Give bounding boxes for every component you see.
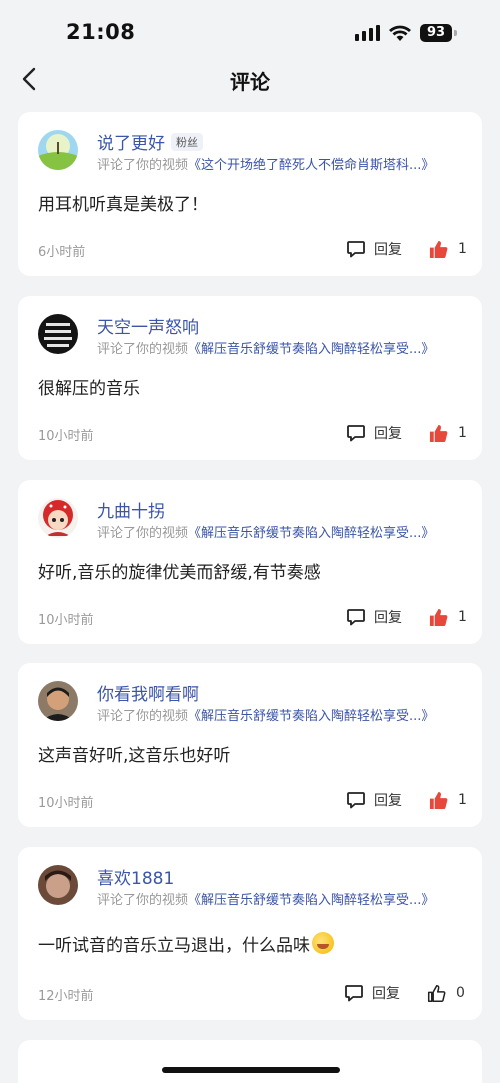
username-text[interactable]: 天空一声怒响 [97, 318, 199, 338]
like-button[interactable]: 1 [429, 238, 467, 260]
comment-subline: 评论了你的视频《解压音乐舒缓节奏陷入陶醉轻松享受...》 [97, 889, 472, 908]
reply-button[interactable]: 回复 [346, 238, 402, 260]
username-text[interactable]: 九曲十拐 [97, 502, 165, 522]
username-text[interactable]: 说了更好 [97, 134, 165, 154]
reply-label: 回复 [374, 610, 402, 626]
comment-text-row: 一听试音的音乐立马退出，什么品味 [38, 931, 334, 956]
comment-card: 你看我啊看啊 评论了你的视频《解压音乐舒缓节奏陷入陶醉轻松享受...》 这声音好… [18, 663, 482, 827]
comment-bubble-icon [347, 241, 365, 258]
comment-text: 一听试音的音乐立马退出，什么品味 [38, 936, 310, 956]
like-button[interactable]: 0 [427, 982, 465, 1004]
username-text[interactable]: 你看我啊看啊 [97, 685, 199, 705]
avatar[interactable] [38, 314, 78, 354]
like-count: 1 [458, 609, 467, 625]
battery-tip [454, 30, 457, 36]
reply-label: 回复 [374, 426, 402, 442]
like-count: 1 [458, 792, 467, 808]
wifi-icon [389, 25, 411, 41]
action-prefix: 评论了你的视频 [97, 709, 189, 724]
comment-subline: 评论了你的视频《解压音乐舒缓节奏陷入陶醉轻松享受...》 [97, 705, 472, 724]
thumbs-up-icon [429, 608, 448, 626]
thumbs-up-outline-icon [427, 984, 446, 1002]
comment-card: 喜欢1881 评论了你的视频《解压音乐舒缓节奏陷入陶醉轻松享受...》 一听试音… [18, 847, 482, 1020]
video-title-link[interactable]: 《解压音乐舒缓节奏陷入陶醉轻松享受...》 [188, 342, 434, 357]
comment-card-partial [18, 1040, 482, 1083]
comment-time: 10小时前 [38, 796, 94, 811]
comment-card: 说了更好 粉丝 评论了你的视频《这个开场绝了醉死人不偿命肖斯塔科...》 用耳机听… [18, 112, 482, 276]
video-title-link[interactable]: 《解压音乐舒缓节奏陷入陶醉轻松享受...》 [188, 709, 434, 724]
thumbs-up-icon [429, 424, 448, 442]
avatar[interactable] [38, 498, 78, 538]
comment-subline: 评论了你的视频《解压音乐舒缓节奏陷入陶醉轻松享受...》 [97, 522, 472, 541]
comment-time: 12小时前 [38, 989, 94, 1004]
like-count: 1 [458, 241, 467, 257]
comment-text: 这声音好听,这音乐也好听 [38, 746, 231, 766]
comment-bubble-icon [347, 425, 365, 442]
video-title-link[interactable]: 《解压音乐舒缓节奏陷入陶醉轻松享受...》 [188, 893, 434, 908]
username[interactable]: 说了更好 粉丝 [97, 129, 203, 154]
username[interactable]: 你看我啊看啊 [97, 680, 199, 705]
comment-time: 10小时前 [38, 613, 94, 628]
like-count: 0 [456, 985, 465, 1001]
action-prefix: 评论了你的视频 [97, 526, 189, 541]
home-indicator [162, 1067, 340, 1073]
like-button[interactable]: 1 [429, 789, 467, 811]
comment-text: 用耳机听真是美极了！ [38, 195, 208, 215]
fan-badge: 粉丝 [171, 133, 203, 151]
avatar[interactable] [38, 865, 78, 905]
reply-label: 回复 [374, 242, 402, 258]
page-title: 评论 [230, 70, 270, 94]
reply-button[interactable]: 回复 [344, 982, 400, 1004]
avatar[interactable] [38, 130, 78, 170]
username-text[interactable]: 喜欢1881 [97, 869, 174, 889]
laughing-emoji-icon [312, 932, 334, 954]
comment-bubble-icon [345, 985, 363, 1002]
status-time: 21:08 [66, 20, 136, 44]
comment-subline: 评论了你的视频《解压音乐舒缓节奏陷入陶醉轻松享受...》 [97, 338, 472, 357]
comment-time: 10小时前 [38, 429, 94, 444]
action-prefix: 评论了你的视频 [97, 158, 189, 173]
comment-time: 6小时前 [38, 245, 86, 260]
thumbs-up-icon [429, 240, 448, 258]
avatar[interactable] [38, 681, 78, 721]
reply-button[interactable]: 回复 [346, 789, 402, 811]
comment-card: 九曲十拐 评论了你的视频《解压音乐舒缓节奏陷入陶醉轻松享受...》 好听,音乐的… [18, 480, 482, 644]
video-title-link[interactable]: 《这个开场绝了醉死人不偿命肖斯塔科...》 [188, 158, 434, 173]
username[interactable]: 天空一声怒响 [97, 313, 199, 338]
action-prefix: 评论了你的视频 [97, 893, 189, 908]
status-bar: 21:08 93 [0, 0, 500, 64]
thumbs-up-icon [429, 791, 448, 809]
comment-text: 很解压的音乐 [38, 379, 140, 399]
username[interactable]: 九曲十拐 [97, 497, 165, 522]
action-prefix: 评论了你的视频 [97, 342, 189, 357]
like-button[interactable]: 1 [429, 422, 467, 444]
like-count: 1 [458, 425, 467, 441]
reply-button[interactable]: 回复 [346, 606, 402, 628]
comment-card: 天空一声怒响 评论了你的视频《解压音乐舒缓节奏陷入陶醉轻松享受...》 很解压的… [18, 296, 482, 460]
comment-bubble-icon [347, 792, 365, 809]
reply-label: 回复 [374, 793, 402, 809]
battery-icon: 93 [420, 24, 452, 42]
reply-label: 回复 [372, 986, 400, 1002]
comment-bubble-icon [347, 609, 365, 626]
nav-bar: 评论 [0, 60, 500, 100]
like-button[interactable]: 1 [429, 606, 467, 628]
username[interactable]: 喜欢1881 [97, 864, 174, 889]
cellular-signal-icon [355, 25, 381, 41]
video-title-link[interactable]: 《解压音乐舒缓节奏陷入陶醉轻松享受...》 [188, 526, 434, 541]
comment-subline: 评论了你的视频《这个开场绝了醉死人不偿命肖斯塔科...》 [97, 154, 472, 173]
reply-button[interactable]: 回复 [346, 422, 402, 444]
comment-text: 好听,音乐的旋律优美而舒缓,有节奏感 [38, 563, 321, 583]
